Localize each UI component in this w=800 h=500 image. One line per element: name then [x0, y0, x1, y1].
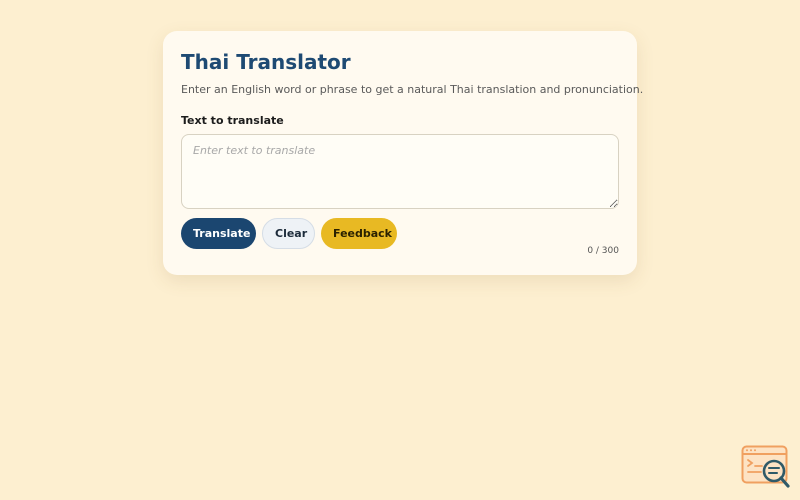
clear-button[interactable]: Clear [262, 218, 315, 249]
browser-search-icon[interactable] [741, 445, 791, 489]
translator-card: Thai Translator Enter an English word or… [163, 31, 644, 275]
text-input-label: Text to translate [181, 114, 284, 127]
translate-button[interactable]: Translate [181, 218, 256, 249]
feedback-button[interactable]: Feedback [321, 218, 397, 249]
character-counter: 0 / 300 [587, 246, 619, 256]
page-subtitle: Enter an English word or phrase to get a… [181, 83, 644, 96]
page-title: Thai Translator [181, 50, 351, 74]
action-buttons: Translate Clear Feedback [181, 218, 619, 249]
text-to-translate-input[interactable] [181, 134, 619, 209]
